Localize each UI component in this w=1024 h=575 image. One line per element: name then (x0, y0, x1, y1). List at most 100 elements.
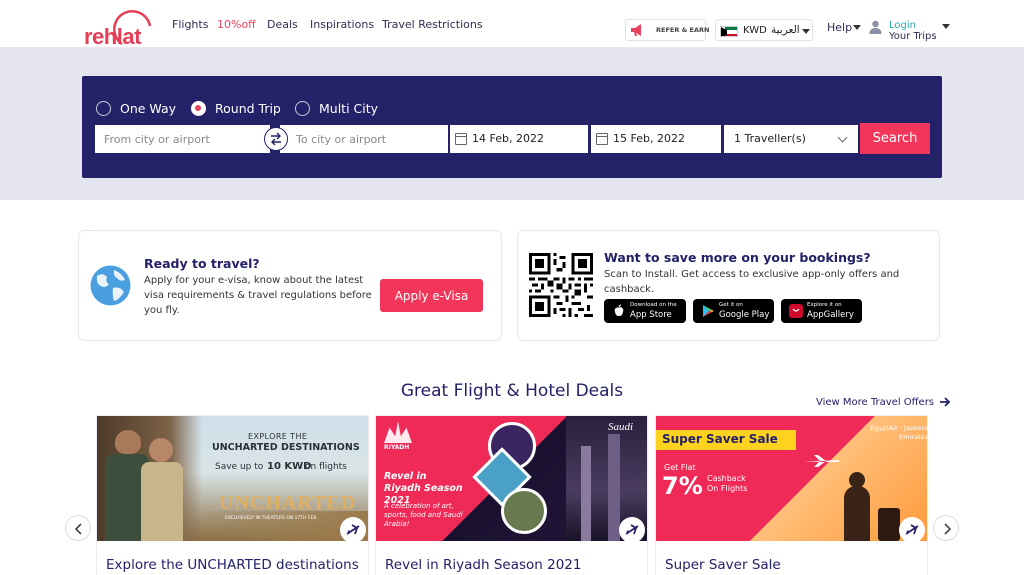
megaphone-icon (631, 24, 641, 36)
login-link[interactable]: Login (889, 20, 916, 31)
help-menu[interactable]: Help (827, 21, 852, 34)
store-big-text: AppGallery (807, 310, 854, 320)
top-header: rehlat Flights 10%off Deals Inspirations… (0, 0, 1024, 49)
radio-multi-city[interactable] (295, 101, 310, 116)
deal-card-super-saver[interactable]: Super Saver Sale Get Flat 7% Cashback On… (655, 415, 928, 575)
deal-caption: Explore the UNCHARTED destinations (106, 557, 359, 573)
store-small-text: Get it on (719, 302, 743, 308)
carousel-prev-button[interactable] (65, 515, 91, 541)
swap-cities-button[interactable] (264, 127, 288, 151)
nav-inspirations[interactable]: Inspirations (310, 18, 374, 31)
store-big-text: App Store (630, 310, 672, 320)
nav-deals[interactable]: Deals (267, 18, 298, 31)
deal-banner-uncharted: EXPLORE THE UNCHARTED DESTINATIONS Save … (97, 416, 368, 541)
your-trips-link[interactable]: Your Trips (889, 31, 937, 42)
app-download-card: Want to save more on your bookings? Scan… (517, 230, 940, 341)
refer-earn-button[interactable]: REFER & EARN (625, 19, 710, 41)
nav-flights[interactable]: Flights (172, 18, 208, 31)
banner-text: EXPLORE THE (248, 432, 308, 441)
google-play-icon (703, 305, 714, 317)
swap-arrows-icon (271, 132, 281, 146)
from-placeholder: From city or airport (104, 133, 210, 146)
deal-banner-riyadh: RIYADH Revel in Riyadh Season 2021 A cel… (376, 416, 647, 541)
nav-10-off[interactable]: 10%off (217, 18, 256, 31)
view-more-offers-link[interactable]: View More Travel Offers (816, 397, 934, 408)
banner-text: Super Saver Sale (662, 432, 778, 446)
depart-date-field[interactable]: 14 Feb, 2022 (450, 125, 588, 153)
apply-evisa-button[interactable]: Apply e-Visa (380, 279, 483, 312)
search-button[interactable]: Search (860, 123, 930, 154)
banner-logo-text: Saudi (608, 421, 634, 433)
airplane-icon (346, 524, 360, 535)
depart-date-value: 14 Feb, 2022 (472, 132, 544, 145)
help-chevron-down-icon (853, 25, 861, 30)
radio-round-trip[interactable] (191, 101, 206, 116)
from-city-input[interactable]: From city or airport (95, 125, 270, 153)
calendar-icon (596, 133, 608, 145)
banner-text: Cashback On Flights (707, 474, 748, 493)
flight-badge (619, 517, 645, 543)
to-city-input[interactable]: To city or airport (280, 125, 448, 153)
user-icon (869, 20, 882, 34)
deal-card-riyadh[interactable]: RIYADH Revel in Riyadh Season 2021 A cel… (375, 415, 648, 575)
app-card-body: Scan to Install. Get access to exclusive… (604, 269, 900, 295)
visa-card-body: Apply for your e-visa, know about the la… (144, 275, 372, 316)
travellers-value: 1 Traveller(s) (734, 132, 806, 145)
return-date-value: 15 Feb, 2022 (613, 132, 685, 145)
app-store-badge[interactable]: Download on the App Store (604, 299, 686, 323)
app-gallery-badge[interactable]: Explore it on AppGallery (781, 299, 862, 323)
trip-type-label: Round Trip (215, 101, 281, 116)
radio-one-way[interactable] (96, 101, 111, 116)
language-label: العربية (771, 24, 800, 36)
apple-icon (614, 304, 624, 316)
store-small-text: Download on the (630, 302, 677, 308)
chevron-right-icon (944, 523, 952, 535)
flight-badge (899, 517, 925, 543)
nav-travel-restrictions[interactable]: Travel Restrictions (382, 18, 483, 31)
currency-language-select[interactable]: KWD العربية (715, 19, 813, 41)
rehlat-logo[interactable]: rehlat (82, 6, 162, 49)
travellers-select[interactable]: 1 Traveller(s) (724, 125, 858, 153)
trip-type-label: One Way (120, 101, 177, 116)
globe-icon (90, 265, 131, 306)
deal-card-uncharted[interactable]: EXPLORE THE UNCHARTED DESTINATIONS Save … (96, 415, 369, 575)
banner-percent: 7% (662, 472, 703, 500)
banner-airlines-text: EgyptAir · Jazeera · Emirates (870, 424, 928, 441)
deal-caption: Super Saver Sale (665, 557, 781, 573)
calendar-icon (455, 133, 467, 145)
app-card-title: Want to save more on your bookings? (604, 250, 871, 265)
airplane-icon (625, 524, 639, 535)
kuwait-flag-icon (720, 26, 738, 37)
flight-badge (340, 517, 366, 543)
chevron-down-icon (802, 29, 810, 34)
airplane-icon (804, 455, 840, 467)
account-chevron-down-icon (942, 24, 950, 29)
banner-text: Save up to (215, 462, 264, 472)
huawei-icon (789, 304, 803, 318)
qr-code-icon (529, 253, 593, 317)
trip-type-round-trip[interactable]: Round Trip (191, 101, 291, 117)
refer-label: REFER & EARN (656, 26, 710, 34)
banner-text: on flights (305, 462, 347, 472)
carousel-next-button[interactable] (933, 515, 959, 541)
deal-banner-super-saver: Super Saver Sale Get Flat 7% Cashback On… (656, 416, 928, 541)
visa-card: Ready to travel? Apply for your e-visa, … (78, 230, 502, 341)
google-play-badge[interactable]: Get it on Google Play (693, 299, 774, 323)
banner-text: EXCLUSIVELY IN THEATERS ON 17TH FEB (225, 516, 317, 521)
currency-code: KWD (743, 25, 767, 36)
movie-logo-text: UNCHARTED (219, 492, 357, 514)
visa-card-title: Ready to travel? (144, 256, 260, 271)
chevron-down-icon (837, 132, 848, 143)
deal-caption: Revel in Riyadh Season 2021 (385, 557, 582, 573)
logo-text: rehlat (84, 24, 141, 49)
banner-text: A celebration of art, sports, food and S… (384, 502, 463, 528)
arrow-right-icon[interactable] (939, 396, 951, 408)
trip-type-multi-city[interactable]: Multi City (295, 101, 390, 117)
to-placeholder: To city or airport (296, 133, 387, 146)
store-big-text: Google Play (719, 310, 770, 320)
chevron-left-icon (74, 523, 82, 535)
banner-text: Get Flat (664, 463, 696, 472)
trip-type-one-way[interactable]: One Way (96, 101, 186, 117)
airplane-icon (905, 524, 919, 535)
return-date-field[interactable]: 15 Feb, 2022 (591, 125, 721, 153)
